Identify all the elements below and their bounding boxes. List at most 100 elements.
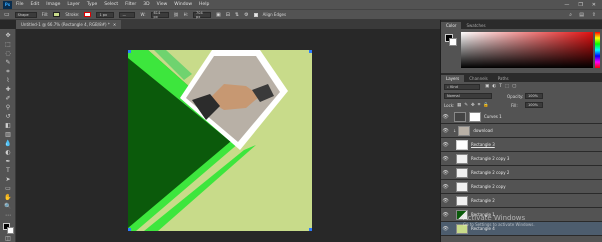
history-brush-tool-icon[interactable]: ↺ [4, 113, 12, 120]
layer-name: Rectangle 3 [471, 142, 495, 147]
menu-window[interactable]: Window [174, 2, 192, 7]
brush-tool-icon[interactable]: ✐ [4, 95, 12, 102]
options-bar: ▭ Shape Fill: Stroke: 1 px — W: 614 px ⛓… [0, 9, 602, 20]
stroke-size-field[interactable]: 1 px [96, 11, 115, 18]
clip-arrow-icon: ↓ [453, 128, 457, 133]
pen-tool-icon[interactable]: ✒ [4, 158, 12, 165]
settings-gear-icon[interactable]: ⚙ [244, 12, 248, 18]
rectangle-tool-icon[interactable]: ▭ [4, 185, 12, 192]
tab-color[interactable]: Color [441, 22, 462, 29]
quick-select-tool-icon[interactable]: ✎ [4, 59, 12, 66]
fill-field[interactable]: 100% [525, 102, 543, 108]
quick-mask-icon[interactable]: ◫ [4, 235, 12, 242]
menu-select[interactable]: Select [104, 2, 118, 7]
layer-row[interactable]: 👁 Curves 1 [441, 110, 602, 124]
stroke-swatch[interactable] [84, 12, 92, 17]
visibility-eye-icon[interactable]: 👁 [441, 226, 450, 232]
tab-channels[interactable]: Channels [464, 75, 493, 82]
document-canvas[interactable] [128, 50, 312, 231]
transform-handle-tr[interactable] [309, 50, 312, 53]
type-tool-icon[interactable]: T [4, 167, 12, 174]
workspace-icon[interactable]: ▤ [579, 12, 584, 18]
layer-row[interactable]: 👁 Rectangle 3 [441, 138, 602, 152]
layer-name: Curves 1 [484, 114, 502, 119]
path-operations-icon[interactable]: ▣ [216, 12, 221, 18]
hue-slider[interactable] [595, 32, 600, 68]
gradient-tool-icon[interactable]: ▥ [4, 131, 12, 138]
opacity-field[interactable]: 100% [525, 93, 543, 99]
h-label: H: [183, 12, 188, 17]
width-field[interactable]: 614 px [150, 11, 169, 19]
restore-icon[interactable]: ❐ [578, 2, 582, 8]
window-controls: — ❐ ✕ [564, 2, 596, 8]
layer-row[interactable]: 👁 Rectangle 2 copy 2 [441, 166, 602, 180]
menu-3d[interactable]: 3D [143, 2, 149, 7]
blur-tool-icon[interactable]: 💧 [4, 140, 12, 147]
move-tool-icon[interactable]: ✥ [4, 32, 12, 39]
filter-icons[interactable]: ▣◐T⬚▢ [485, 84, 519, 89]
photoshop-logo-icon: Ps [3, 0, 12, 9]
lasso-tool-icon[interactable]: ◌ [4, 50, 12, 57]
blend-mode-select[interactable]: Normal [444, 93, 492, 99]
share-icon[interactable]: ⇪ [592, 12, 596, 18]
background-color-swatch[interactable] [7, 227, 14, 234]
menu-image[interactable]: Image [46, 2, 60, 7]
minimize-icon[interactable]: — [564, 2, 569, 8]
color-bg-swatch[interactable] [449, 38, 457, 46]
stroke-style-select[interactable]: — [119, 11, 136, 18]
visibility-eye-icon[interactable]: 👁 [441, 184, 450, 190]
menu-view[interactable]: View [157, 2, 168, 7]
eraser-tool-icon[interactable]: ◧ [4, 122, 12, 129]
menu-layer[interactable]: Layer [67, 2, 80, 7]
visibility-eye-icon[interactable]: 👁 [441, 170, 450, 176]
mode-select[interactable]: Shape [14, 11, 37, 18]
visibility-eye-icon[interactable]: 👁 [441, 128, 450, 134]
transform-handle-tl[interactable] [128, 50, 131, 53]
watermark-line1: Activate Windows [463, 214, 526, 222]
height-field[interactable]: 704 px [192, 11, 211, 19]
tab-swatches[interactable]: Swatches [461, 22, 490, 29]
hand-tool-icon[interactable]: ✋ [4, 194, 12, 201]
eyedropper-tool-icon[interactable]: ⌇ [4, 77, 12, 84]
color-picker-field[interactable] [461, 32, 593, 68]
layer-mask-thumbnail [469, 111, 481, 122]
crop-tool-icon[interactable]: ⌗ [4, 68, 12, 75]
kind-filter-select[interactable]: ⌕ Kind [444, 84, 480, 90]
close-tab-icon[interactable]: ✕ [113, 22, 116, 27]
link-icon[interactable]: ⛓ [174, 12, 179, 17]
layer-row[interactable]: 👁 Rectangle 2 copy [441, 180, 602, 194]
search-icon[interactable]: ⌕ [569, 12, 572, 18]
layer-row[interactable]: 👁 Rectangle 2 copy 3 [441, 152, 602, 166]
healing-brush-tool-icon[interactable]: ✚ [4, 86, 12, 93]
zoom-tool-icon[interactable]: 🔍 [4, 203, 12, 210]
layer-row[interactable]: 👁 ↓ download [441, 124, 602, 138]
document-tab[interactable]: Untitled-1 @ 66.7% (Rectangle 4, RGB/8#)… [16, 20, 122, 29]
menu-type[interactable]: Type [87, 2, 97, 7]
more-tools-icon[interactable]: ⋯ [4, 212, 12, 219]
clone-stamp-tool-icon[interactable]: ⚲ [4, 104, 12, 111]
menu-file[interactable]: File [16, 2, 24, 7]
align-edges-checkbox[interactable] [253, 12, 258, 17]
layer-row[interactable]: 👁 Rectangle 2 [441, 194, 602, 208]
visibility-eye-icon[interactable]: 👁 [441, 198, 450, 204]
path-alignment-icon[interactable]: ⊟ [226, 12, 230, 18]
visibility-eye-icon[interactable]: 👁 [441, 142, 450, 148]
path-arrangement-icon[interactable]: ⇅ [235, 12, 239, 18]
close-icon[interactable]: ✕ [592, 2, 596, 8]
marquee-tool-icon[interactable]: ⬚ [4, 41, 12, 48]
visibility-eye-icon[interactable]: 👁 [441, 212, 450, 218]
menu-filter[interactable]: Filter [125, 2, 136, 7]
dodge-tool-icon[interactable]: ◐ [4, 149, 12, 156]
path-selection-tool-icon[interactable]: ➤ [4, 176, 12, 183]
visibility-eye-icon[interactable]: 👁 [441, 156, 450, 162]
tab-layers[interactable]: Layers [441, 75, 465, 82]
transform-handle-br[interactable] [309, 228, 312, 231]
tool-preset-icon[interactable]: ▭ [4, 11, 10, 18]
tab-paths[interactable]: Paths [493, 75, 514, 82]
visibility-eye-icon[interactable]: 👁 [441, 114, 450, 120]
fill-swatch[interactable] [53, 12, 61, 17]
menu-help[interactable]: Help [199, 2, 209, 7]
menu-edit[interactable]: Edit [31, 2, 40, 7]
transform-handle-bl[interactable] [128, 228, 131, 231]
lock-icons[interactable]: ▦✎✥⌗🔒 [457, 102, 492, 108]
